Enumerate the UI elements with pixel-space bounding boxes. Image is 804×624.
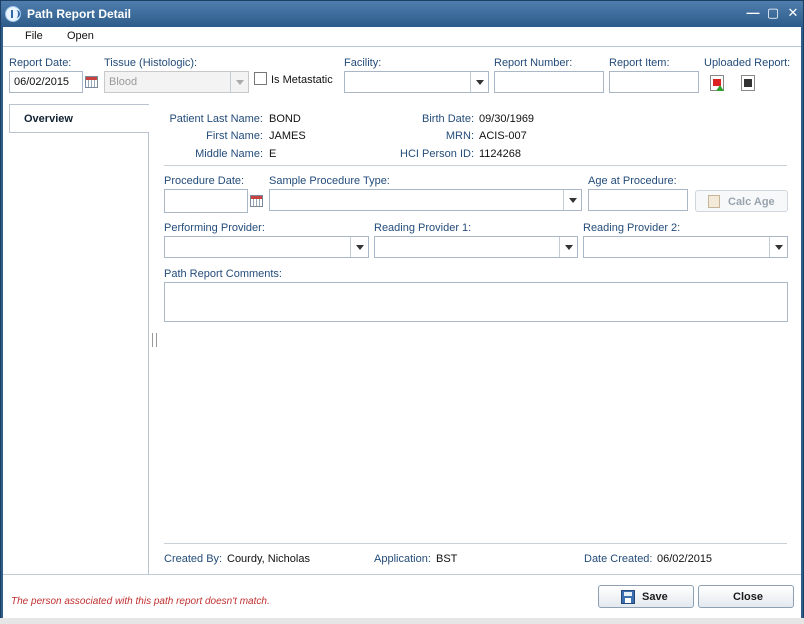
calculator-icon bbox=[708, 195, 720, 208]
bottom-bar: The person associated with this path rep… bbox=[3, 574, 801, 619]
last-name-value: BOND bbox=[269, 113, 301, 125]
path-report-window: Path Report Detail — ▢ ✕ File Open Repor… bbox=[0, 0, 804, 624]
age-input[interactable] bbox=[588, 189, 688, 211]
procedure-date-label: Procedure Date: bbox=[164, 175, 245, 187]
last-name-label: Patient Last Name: bbox=[169, 113, 263, 125]
pdf-view-icon[interactable] bbox=[741, 75, 755, 91]
menu-bar: File Open bbox=[3, 27, 801, 47]
created-by-label: Created By: bbox=[164, 553, 223, 565]
performing-provider-dropdown[interactable] bbox=[164, 236, 369, 258]
chevron-down-icon bbox=[350, 237, 368, 257]
form-client-area: Report Date: 06/02/2015 Tissue (Histolog… bbox=[3, 47, 801, 619]
splitter-handle[interactable] bbox=[152, 333, 157, 347]
comments-label: Path Report Comments: bbox=[164, 268, 282, 280]
mrn-value: ACIS-007 bbox=[479, 130, 527, 142]
divider bbox=[164, 165, 787, 166]
middle-name-label: Middle Name: bbox=[195, 148, 263, 160]
maximize-icon[interactable]: ▢ bbox=[765, 5, 781, 21]
chevron-down-icon bbox=[769, 237, 787, 257]
sample-type-dropdown[interactable] bbox=[269, 189, 582, 211]
first-name-value: JAMES bbox=[269, 130, 306, 142]
reading-provider-1-dropdown[interactable] bbox=[374, 236, 578, 258]
window-title: Path Report Detail bbox=[27, 7, 132, 21]
sample-type-label: Sample Procedure Type: bbox=[269, 175, 390, 187]
comments-textarea[interactable] bbox=[164, 282, 788, 322]
calendar-icon[interactable] bbox=[85, 76, 98, 88]
middle-name-value: E bbox=[269, 148, 277, 160]
app-logo-icon bbox=[5, 6, 21, 22]
report-item-input[interactable] bbox=[609, 71, 699, 93]
hci-id-value: 1124268 bbox=[479, 148, 522, 160]
application-label: Application: bbox=[374, 553, 431, 565]
reading-provider-2-label: Reading Provider 2: bbox=[583, 222, 681, 234]
first-name-label: First Name: bbox=[206, 130, 263, 142]
minimize-icon[interactable]: — bbox=[745, 5, 761, 21]
calc-age-button[interactable]: Calc Age bbox=[695, 190, 788, 212]
calendar-icon[interactable] bbox=[250, 195, 263, 207]
created-by-value: Courdy, Nicholas bbox=[227, 553, 310, 565]
age-label: Age at Procedure: bbox=[588, 175, 677, 187]
close-button[interactable]: Close bbox=[698, 585, 794, 608]
close-window-icon[interactable]: ✕ bbox=[785, 5, 801, 21]
application-value: BST bbox=[436, 553, 458, 565]
save-button[interactable]: Save bbox=[598, 585, 694, 608]
tab-overview[interactable]: Overview bbox=[9, 104, 149, 133]
uploaded-report-label: Uploaded Report: bbox=[704, 57, 791, 69]
menu-open[interactable]: Open bbox=[67, 30, 94, 42]
mrn-label: MRN: bbox=[445, 130, 474, 142]
pdf-upload-icon[interactable] bbox=[710, 75, 724, 91]
facility-label: Facility: bbox=[344, 57, 382, 69]
birth-date-value: 09/30/1969 bbox=[479, 113, 535, 125]
report-date-label: Report Date: bbox=[9, 57, 72, 69]
tissue-dropdown[interactable]: Blood bbox=[104, 71, 249, 93]
chevron-down-icon bbox=[230, 72, 248, 92]
title-bar: Path Report Detail — ▢ ✕ bbox=[1, 1, 803, 27]
reading-provider-2-dropdown[interactable] bbox=[583, 236, 788, 258]
report-date-input[interactable]: 06/02/2015 bbox=[9, 71, 83, 93]
menu-file[interactable]: File bbox=[25, 30, 43, 42]
metastatic-checkbox[interactable] bbox=[254, 72, 267, 85]
save-icon bbox=[621, 590, 635, 604]
hci-id-label: HCI Person ID: bbox=[400, 148, 474, 160]
report-number-label: Report Number: bbox=[494, 57, 573, 69]
facility-dropdown[interactable] bbox=[344, 71, 489, 93]
procedure-date-input[interactable] bbox=[164, 189, 248, 213]
birth-date-label: Birth Date: bbox=[422, 113, 474, 125]
metastatic-label: Is Metastatic bbox=[271, 74, 333, 86]
tab-panel: Overview bbox=[3, 104, 149, 574]
date-created-value: 06/02/2015 bbox=[657, 553, 713, 565]
background-strip bbox=[0, 618, 804, 624]
date-created-label: Date Created: bbox=[584, 553, 653, 565]
chevron-down-icon bbox=[559, 237, 577, 257]
chevron-down-icon bbox=[563, 190, 581, 210]
tissue-label: Tissue (Histologic): bbox=[104, 57, 198, 69]
mismatch-warning: The person associated with this path rep… bbox=[11, 596, 270, 607]
divider bbox=[164, 543, 787, 544]
report-item-label: Report Item: bbox=[609, 57, 670, 69]
reading-provider-1-label: Reading Provider 1: bbox=[374, 222, 472, 234]
report-number-input[interactable] bbox=[494, 71, 604, 93]
chevron-down-icon bbox=[470, 72, 488, 92]
performing-provider-label: Performing Provider: bbox=[164, 222, 265, 234]
